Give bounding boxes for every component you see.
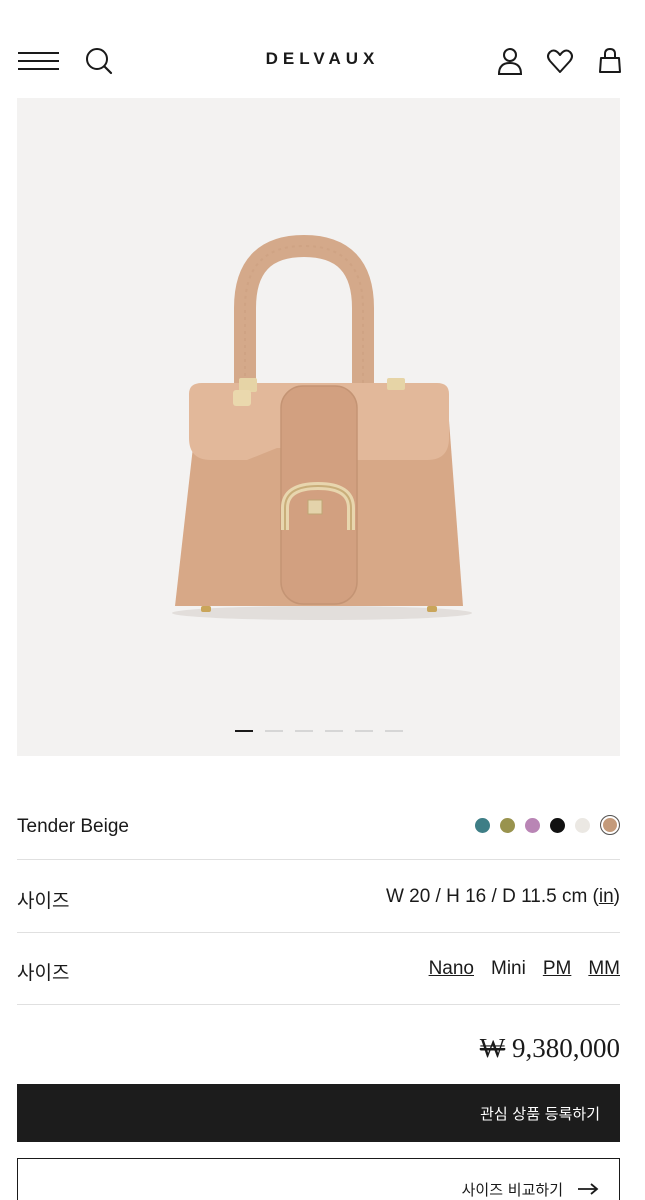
color-swatch-olive[interactable]	[500, 817, 515, 833]
carousel-dot[interactable]	[354, 730, 373, 732]
dimensions-row: 사이즈 W 20 / H 16 / D 11.5 cm (in)	[17, 861, 620, 933]
color-name: Tender Beige	[17, 816, 129, 837]
compare-sizes-button[interactable]: 사이즈 비교하기	[17, 1158, 620, 1200]
arrow-right-icon	[578, 1183, 599, 1195]
account-icon[interactable]	[496, 46, 524, 76]
color-swatches	[475, 815, 620, 835]
color-swatch-teal[interactable]	[475, 817, 490, 833]
heart-icon[interactable]	[546, 46, 574, 76]
currency-symbol: ₩	[479, 1033, 506, 1063]
dimensions-label: 사이즈	[17, 890, 70, 912]
color-swatch-ivory[interactable]	[575, 817, 590, 833]
compare-button-label: 사이즈 비교하기	[461, 1181, 563, 1199]
product-price: ₩ 9,380,000	[480, 1033, 620, 1064]
size-option-pm[interactable]: PM	[543, 958, 572, 980]
carousel-dot[interactable]	[234, 730, 253, 732]
size-option-nano[interactable]: Nano	[429, 958, 474, 980]
size-option-mm[interactable]: MM	[588, 958, 620, 980]
carousel-dot[interactable]	[294, 730, 313, 732]
color-selector-row: Tender Beige	[17, 800, 620, 860]
add-to-wishlist-button[interactable]: 관심 상품 등록하기	[17, 1084, 620, 1142]
size-options-row: 사이즈 Nano Mini PM MM	[17, 933, 620, 1005]
header: DELVAUX	[0, 0, 645, 98]
carousel-dot[interactable]	[264, 730, 283, 732]
unit-toggle-link[interactable]: in	[599, 886, 614, 907]
bag-icon[interactable]	[596, 46, 624, 76]
handbag-illustration	[172, 234, 472, 620]
size-options: Nano Mini PM MM	[429, 958, 620, 980]
carousel-dot[interactable]	[324, 730, 343, 732]
wishlist-button-label: 관심 상품 등록하기	[480, 1104, 600, 1123]
color-swatch-black[interactable]	[550, 817, 565, 833]
carousel-dot[interactable]	[384, 730, 403, 732]
unit-toggle[interactable]: (in)	[593, 886, 620, 907]
size-label: 사이즈	[17, 962, 70, 984]
price-value: 9,380,000	[512, 1033, 620, 1063]
dimensions-text: W 20 / H 16 / D 11.5 cm	[385, 886, 588, 907]
size-option-mini: Mini	[491, 958, 526, 979]
product-image[interactable]	[17, 98, 620, 756]
dimensions-value: W 20 / H 16 / D 11.5 cm (in)	[386, 886, 620, 908]
color-swatch-beige-selected[interactable]	[600, 815, 620, 835]
carousel-dots	[17, 730, 620, 732]
color-swatch-lilac[interactable]	[525, 817, 540, 833]
